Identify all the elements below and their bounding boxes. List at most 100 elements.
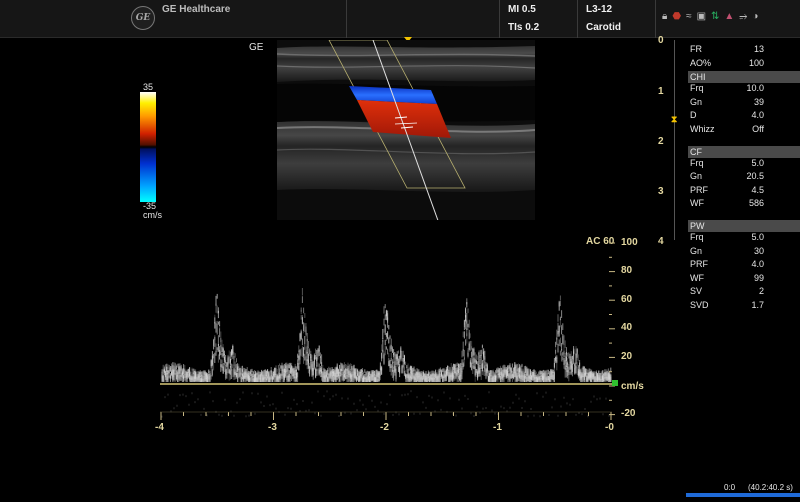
header-bar: GE GE Healthcare MI 0.5 TIs 0.2 L3-12 Ca… — [0, 0, 800, 38]
param-value: 1.7 — [751, 299, 764, 310]
velocity-tick-20: 20 — [621, 351, 633, 362]
param-row: AO% 100 — [688, 58, 800, 72]
param-row: Frq 5.0 — [688, 158, 800, 172]
brand-name: GE Healthcare — [162, 4, 231, 15]
printer-icon[interactable]: ▲ — [724, 11, 734, 23]
cine-frame: 0:0 — [724, 483, 736, 492]
param-row: SVD 1.7 — [688, 300, 800, 314]
param-key: Frq — [690, 231, 704, 242]
transfer-icon[interactable]: ⇅ — [711, 11, 719, 23]
param-row: Frq 5.0 — [688, 232, 800, 246]
cable-icon[interactable]: ⭌ — [739, 11, 747, 23]
depth-scale-line — [674, 40, 675, 240]
param-row: D 4.0 — [688, 110, 800, 124]
param-key: SVD — [690, 299, 709, 310]
param-key: AO% — [690, 57, 712, 68]
param-row: PRF 4.0 — [688, 259, 800, 273]
section-header-pw: PW — [688, 219, 800, 232]
velocity-tick-60: 60 — [621, 294, 633, 305]
image-orientation-marker: GE — [249, 42, 264, 53]
param-key: Frq — [690, 83, 704, 94]
color-velocity-bar — [140, 92, 156, 202]
param-value: 586 — [748, 198, 764, 209]
color-scale-max: 35 — [143, 82, 154, 92]
param-row: Gn 39 — [688, 97, 800, 111]
section-header-cf: CF — [688, 145, 800, 158]
param-value: 5.0 — [751, 157, 764, 168]
bmode-image[interactable] — [277, 40, 535, 220]
probe-name: L3-12 — [586, 4, 613, 15]
panel-spacer — [688, 212, 800, 220]
param-value: 2 — [758, 286, 764, 297]
usb-icon[interactable]: ⬣ — [672, 11, 681, 23]
time-tick-3: -3 — [268, 422, 277, 433]
param-value: 13 — [753, 44, 764, 54]
depth-label-1: 1 — [658, 86, 664, 97]
param-row: Gn 20.5 — [688, 171, 800, 185]
param-key: FR — [690, 44, 702, 54]
param-row: FR 13 — [688, 44, 800, 58]
ge-logo: GE — [131, 6, 155, 30]
header-empty-cell — [347, 0, 500, 38]
safety-index-cell: MI 0.5 TIs 0.2 — [500, 0, 578, 38]
lock-icon[interactable]: 🔒︎ — [662, 11, 667, 23]
cine-progress-bar[interactable] — [686, 493, 800, 497]
param-key: PRF — [690, 184, 708, 195]
param-value: 4.0 — [751, 259, 764, 270]
doppler-spectrum[interactable] — [160, 240, 615, 420]
spectral-trace — [161, 288, 612, 382]
mi-value: MI 0.5 — [508, 4, 536, 15]
param-key: WF — [690, 272, 704, 283]
cine-time: (40.2:40.2 s) — [748, 483, 793, 492]
param-key: D — [690, 110, 697, 121]
time-tick-4: -4 — [155, 422, 164, 433]
parameter-panel: FR 13 AO% 100 CHI Frq 10.0 Gn 39 D 4.0 Whiz… — [688, 44, 800, 314]
param-key: SV — [690, 286, 703, 297]
param-value: Off — [752, 123, 764, 134]
focus-depth-icon[interactable]: ⧗ — [671, 114, 677, 125]
param-row: Whizz Off — [688, 124, 800, 138]
param-row: WF 586 — [688, 198, 800, 212]
brightness-icon[interactable]: ◑ — [752, 11, 758, 23]
time-axis — [160, 411, 612, 420]
param-value: 30 — [753, 245, 764, 256]
param-value: 39 — [753, 96, 764, 107]
param-value: 99 — [753, 272, 764, 283]
panel-spacer — [688, 138, 800, 146]
velocity-unit: cm/s — [621, 381, 644, 392]
velocity-tick-40: 40 — [621, 322, 633, 333]
param-key: Whizz — [690, 123, 715, 134]
param-row: Frq 10.0 — [688, 83, 800, 97]
depth-label-2: 2 — [658, 136, 664, 147]
depth-label-0: 0 — [658, 35, 664, 46]
param-value: 10.0 — [746, 83, 764, 94]
param-row: PRF 4.5 — [688, 185, 800, 199]
velocity-axis — [609, 242, 615, 416]
time-tick-0: -0 — [605, 422, 614, 433]
param-value: 4.5 — [751, 184, 764, 195]
baseline-handle[interactable] — [612, 380, 618, 386]
param-row: SV 2 — [688, 286, 800, 300]
section-header-chi: CHI — [688, 71, 800, 84]
time-tick-1: -1 — [493, 422, 502, 433]
color-scale-unit: cm/s — [143, 210, 162, 220]
param-key: Frq — [690, 157, 704, 168]
velocity-tick-100: 100 — [621, 237, 638, 248]
param-key: Gn — [690, 96, 703, 107]
param-key: Gn — [690, 245, 703, 256]
param-key: Gn — [690, 171, 703, 182]
preset-name: Carotid — [586, 22, 621, 33]
time-tick-2: -2 — [380, 422, 389, 433]
velocity-tick-80: 80 — [621, 265, 633, 276]
param-row: WF 99 — [688, 273, 800, 287]
param-value: 5.0 — [751, 231, 764, 242]
velocity-tick-neg20: -20 — [621, 408, 636, 419]
param-value: 100 — [748, 57, 764, 68]
param-value: 20.5 — [746, 171, 764, 182]
param-key: WF — [690, 198, 704, 209]
brand-cell: GE GE Healthcare — [0, 0, 347, 38]
network-icon[interactable]: ▣ — [697, 11, 706, 23]
probe-cell: L3-12 Carotid — [578, 0, 656, 38]
depth-label-3: 3 — [658, 186, 664, 197]
wifi-icon[interactable]: ≈ — [686, 11, 692, 23]
